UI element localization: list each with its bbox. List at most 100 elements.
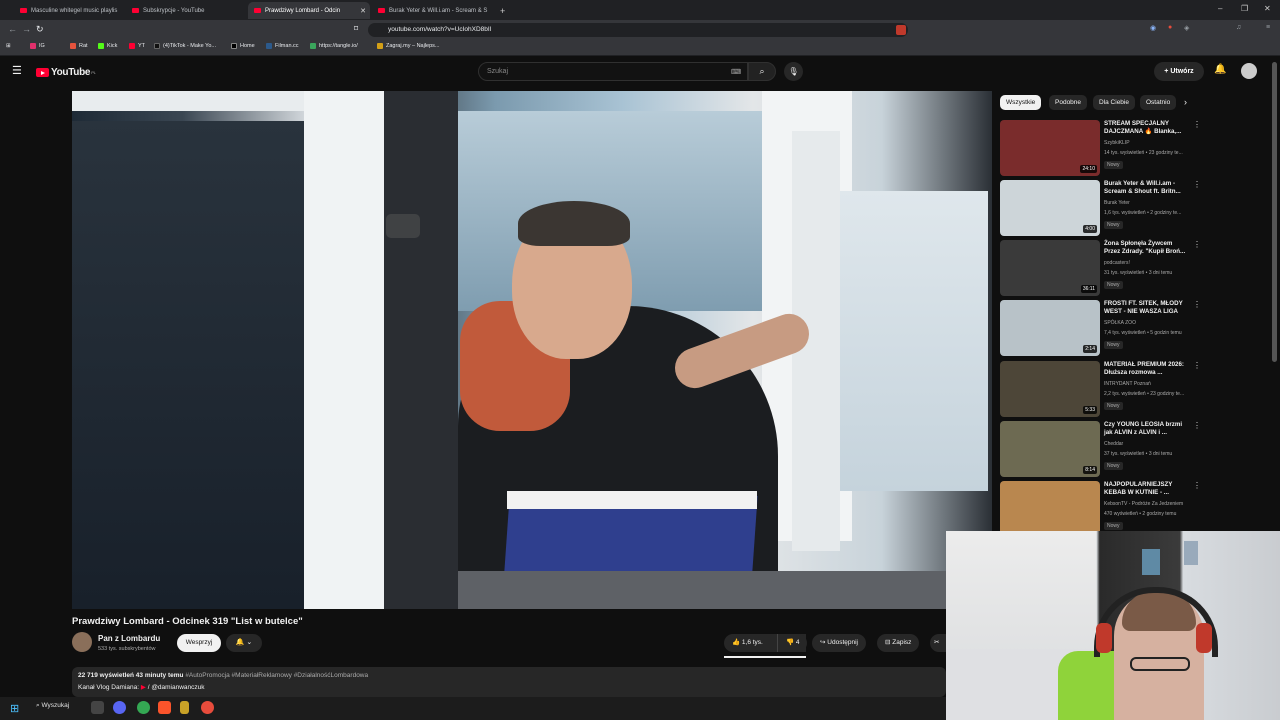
subscription-bell-button[interactable]: 🔔 ⌄ xyxy=(226,634,262,652)
windows-start-icon[interactable]: ⊞ xyxy=(10,702,19,715)
reload-icon[interactable]: ↻ xyxy=(36,24,44,35)
back-icon[interactable]: ← xyxy=(8,24,17,34)
channel-name[interactable]: Pan z Lombardu xyxy=(98,634,160,643)
taskbar-search[interactable]: ⌕ Wyszukaj xyxy=(36,702,69,710)
video-thumbnail[interactable]: 2:14 xyxy=(1000,300,1100,356)
more-options-icon[interactable]: ⋮ xyxy=(1193,240,1201,249)
more-options-icon[interactable]: ⋮ xyxy=(1193,481,1201,490)
apps-grid-icon[interactable]: ⊞ xyxy=(6,43,11,49)
video-player[interactable] xyxy=(72,91,992,609)
youtube-logo[interactable]: YouTube PL xyxy=(36,67,96,78)
recommended-video-title[interactable]: FROSTI FT. SITEK, MŁODY WEST - NIE WASZA… xyxy=(1104,300,1190,316)
extension-icon[interactable]: ◉ xyxy=(1150,24,1156,32)
chip-for-you[interactable]: Dla Ciebie xyxy=(1093,95,1135,110)
chevron-right-icon[interactable]: › xyxy=(1184,97,1187,107)
browser-tab[interactable]: Masculine whitegel music playlis xyxy=(14,2,124,19)
menu-icon[interactable]: ≡ xyxy=(1266,24,1270,31)
bookmark-item[interactable]: Kick xyxy=(98,43,117,49)
recommended-video[interactable]: 8:14 Czy YOUNG LEOSIA brzmi jak ALVIN z A… xyxy=(1000,421,1201,479)
app-icon[interactable] xyxy=(201,701,214,714)
extension-icon[interactable]: ◈ xyxy=(1184,24,1189,32)
app-icon[interactable] xyxy=(180,701,189,714)
chip-all[interactable]: Wszystkie xyxy=(1000,95,1042,110)
search-input[interactable]: Szukaj xyxy=(478,62,748,81)
recommended-video-title[interactable]: MATERIAŁ PREMIUM 2026: Dłuższa rozmowa .… xyxy=(1104,361,1190,377)
more-options-icon[interactable]: ⋮ xyxy=(1193,300,1201,309)
recommended-channel-name[interactable]: Cheddar xyxy=(1104,441,1123,447)
new-tab-button[interactable]: + xyxy=(494,2,508,19)
task-view-icon[interactable] xyxy=(91,701,104,714)
chrome-icon[interactable] xyxy=(137,701,150,714)
more-options-icon[interactable]: ⋮ xyxy=(1193,361,1201,370)
save-button[interactable]: ⊟ Zapisz xyxy=(877,634,920,652)
minimize-button[interactable]: – xyxy=(1218,4,1222,13)
recommended-channel-name[interactable]: INTRYDANT Poznań xyxy=(1104,381,1151,387)
recommended-channel-name[interactable]: SPÓŁKA ZOO xyxy=(1104,320,1136,326)
webcam-overlay xyxy=(946,531,1280,720)
create-button[interactable]: + Utwórz xyxy=(1154,62,1204,81)
play-overlay-icon[interactable] xyxy=(386,214,420,238)
browser-tab[interactable]: Burak Yeter & Will.i.am - Scream & S xyxy=(372,2,490,19)
bookmark-item[interactable]: Rat xyxy=(70,43,88,49)
more-options-icon[interactable]: ⋮ xyxy=(1193,180,1201,189)
user-avatar[interactable] xyxy=(1241,63,1257,79)
clip-button[interactable]: ✂ xyxy=(930,634,946,652)
hashtags[interactable]: #AutoPromocja #MateriałReklamowy #Działa… xyxy=(185,672,368,679)
recommended-video[interactable]: 4:00 Burak Yeter & Will.i.am - Scream & S… xyxy=(1000,180,1201,238)
recommended-channel-name[interactable]: KebsonTV - Podróże Za Jedzeniem xyxy=(1104,501,1183,507)
recommended-video[interactable]: 36:11 Żona Spłonęła Żywcem Przez Zdrady. … xyxy=(1000,240,1201,298)
recommended-video[interactable]: 5:33 MATERIAŁ PREMIUM 2026: Dłuższa rozmo… xyxy=(1000,361,1201,419)
video-thumbnail[interactable]: 8:14 xyxy=(1000,421,1100,477)
hamburger-menu-icon[interactable]: ☰ xyxy=(12,64,22,77)
bookmark-item[interactable]: Filman.cc xyxy=(266,43,299,49)
bookmark-item[interactable]: Home xyxy=(231,43,255,49)
browser-tab[interactable]: Subskrypcje - YouTube xyxy=(126,2,244,19)
video-thumbnail[interactable]: 36:11 xyxy=(1000,240,1100,296)
recommended-video-title[interactable]: STREAM SPECJALNY DAJCZMANA 🔥 Blanka,... xyxy=(1104,120,1190,136)
close-tab-icon[interactable]: ✕ xyxy=(360,7,366,15)
video-thumbnail[interactable]: 24:10 xyxy=(1000,120,1100,176)
bookmark-item[interactable]: (4)TikTok - Make Yo... xyxy=(154,43,216,49)
page-scrollbar[interactable] xyxy=(1272,62,1277,362)
bookmark-item[interactable]: Zagraj.my – Najleps... xyxy=(377,43,440,49)
recommended-video[interactable]: 2:14 FROSTI FT. SITEK, MŁODY WEST - NIE W… xyxy=(1000,300,1201,358)
video-thumbnail[interactable]: 5:33 xyxy=(1000,361,1100,417)
brave-shield-icon[interactable] xyxy=(896,25,906,35)
video-thumbnail[interactable]: 4:00 xyxy=(1000,180,1100,236)
bookmark-item[interactable]: IG xyxy=(30,43,45,49)
recommended-video-title[interactable]: Czy YOUNG LEOSIA brzmi jak ALVIN z ALVIN… xyxy=(1104,421,1190,437)
recommended-channel-name[interactable]: podcasters! xyxy=(1104,260,1130,266)
recommended-channel-name[interactable]: SzybkiKLIP xyxy=(1104,140,1130,146)
keyboard-icon[interactable]: ⌨ xyxy=(731,68,741,76)
recommended-video[interactable]: 24:10 STREAM SPECJALNY DAJCZMANA 🔥 Blanka… xyxy=(1000,120,1201,178)
browser-tab-active[interactable]: Prawdziwy Lombard - Odcin ✕ xyxy=(248,2,370,19)
recommended-channel-name[interactable]: Burak Yeter xyxy=(1104,200,1130,206)
notifications-bell-icon[interactable]: 🔔 xyxy=(1214,64,1226,75)
bookmark-item[interactable]: YT xyxy=(129,43,145,49)
video-thumbnail[interactable] xyxy=(1000,481,1100,537)
chip-recent[interactable]: Ostatnio xyxy=(1140,95,1176,110)
support-button[interactable]: Wesprzyj xyxy=(177,634,221,652)
bookmark-icon[interactable]: ⌑ xyxy=(354,24,358,33)
extension-icon[interactable]: ● xyxy=(1168,24,1172,31)
recommended-video-title[interactable]: Żona Spłonęła Żywcem Przez Zdrady. "Kupi… xyxy=(1104,240,1190,256)
dislike-button[interactable]: 👎 4 xyxy=(777,634,807,652)
recommended-video-title[interactable]: NAJPOPULARNIEJSZY KEBAB W KUTNIE - ... xyxy=(1104,481,1190,497)
music-icon[interactable]: ♫ xyxy=(1236,24,1241,31)
close-window-button[interactable]: ✕ xyxy=(1264,4,1271,13)
maximize-button[interactable]: ❐ xyxy=(1241,4,1248,13)
discord-icon[interactable] xyxy=(113,701,126,714)
forward-icon[interactable]: → xyxy=(22,24,31,34)
share-button[interactable]: ↪ Udostępnij xyxy=(812,634,866,652)
chip-related[interactable]: Podobne xyxy=(1049,95,1088,110)
channel-handle-link[interactable]: / @damianwanczuk xyxy=(148,684,205,691)
voice-search-button[interactable]: 🎙 xyxy=(784,62,803,81)
more-options-icon[interactable]: ⋮ xyxy=(1193,421,1201,430)
more-options-icon[interactable]: ⋮ xyxy=(1193,120,1201,129)
channel-avatar[interactable] xyxy=(72,632,92,652)
search-button[interactable]: ⌕ xyxy=(748,62,776,81)
url-field[interactable]: youtube.com/watch?v=UcIohXD8bII xyxy=(368,23,908,37)
recommended-video-title[interactable]: Burak Yeter & Will.i.am - Scream & Shout… xyxy=(1104,180,1190,196)
bookmark-item[interactable]: https://tangle.io/ xyxy=(310,43,358,49)
brave-icon[interactable] xyxy=(158,701,171,714)
